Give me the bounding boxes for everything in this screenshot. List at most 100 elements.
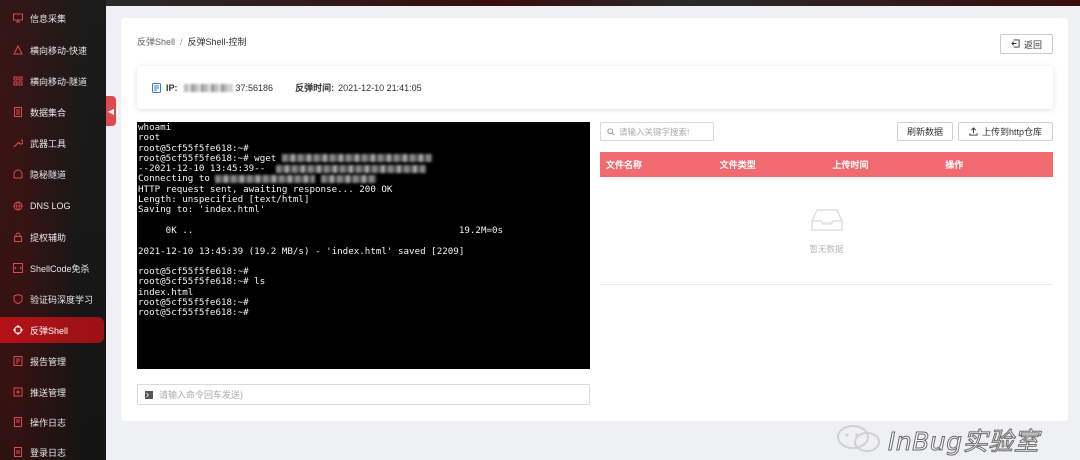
terminal-line: root@5cf55f5fe618:~#: [138, 308, 589, 318]
report-icon: [13, 356, 23, 366]
sidebar-item-weapon-tools[interactable]: 武器工具: [0, 130, 106, 156]
log-icon: [13, 417, 23, 427]
terminal-line: 0K .. 19.2M=0s: [138, 224, 589, 236]
wrench-icon: [13, 138, 23, 148]
terminal-line: Saving to: 'index.html': [138, 205, 589, 215]
terminal-line: whoami: [138, 122, 589, 133]
sidebar-item-label: 数据集合: [30, 107, 67, 118]
watermark-text: InBug实验室: [887, 427, 1040, 457]
file-table-header: 文件名称 文件类型 上传时间 操作: [600, 152, 1053, 177]
search-input[interactable]: [619, 126, 711, 137]
redacted-text: [321, 174, 377, 183]
upload-button-label: 上传到http仓库: [981, 127, 1042, 137]
sidebar-item-login-log[interactable]: 登录日志: [0, 439, 106, 460]
time-label: 反弹时间:: [295, 83, 335, 93]
terminal-line-text: root@5cf55f5fe618:~#: [138, 307, 249, 319]
return-icon: [1011, 38, 1020, 50]
refresh-data-button[interactable]: 刷新数据: [897, 122, 953, 141]
redacted-text: [215, 174, 316, 183]
column-header-file-type[interactable]: 文件类型: [714, 158, 827, 171]
lock-icon: [13, 232, 23, 242]
terminal-line: root@5cf55f5fe618:~# ls: [138, 277, 589, 287]
upload-icon: [969, 127, 978, 136]
sidebar-item-label: 验证码深度学习: [30, 294, 94, 305]
globe-icon: [13, 201, 23, 211]
shield-icon: [13, 294, 23, 304]
sidebar-item-label: 横向移动-快速: [30, 45, 87, 56]
sidebar-item-lateral-fast[interactable]: 横向移动-快速: [0, 37, 106, 63]
sidebar-item-operation-log[interactable]: 操作日志: [0, 409, 106, 435]
top-decoration-strip: [106, 0, 1080, 6]
back-button-label: 返回: [1023, 39, 1042, 50]
breadcrumb: 反弹Shell / 反弹Shell-控制: [137, 35, 247, 48]
column-header-upload-time[interactable]: 上传时间: [827, 158, 940, 171]
sidebar-item-privilege[interactable]: 提权辅助: [0, 224, 106, 250]
sidebar-item-data-collection[interactable]: 数据集合: [0, 99, 106, 125]
network-icon: [13, 45, 23, 55]
redacted-text: [276, 164, 427, 173]
grid-icon: [13, 76, 23, 86]
sidebar-item-label: 推送管理: [30, 387, 67, 398]
ip-label: IP:: [166, 82, 178, 93]
column-header-file-name[interactable]: 文件名称: [600, 158, 714, 171]
back-button[interactable]: 返回: [1000, 34, 1053, 54]
send-icon: [13, 387, 23, 397]
document-icon: [152, 82, 161, 93]
sidebar-collapse-handle[interactable]: ◀: [106, 96, 116, 126]
column-header-actions: 操作: [945, 160, 964, 170]
sidebar-item-label: 提权辅助: [30, 232, 67, 243]
terminal-icon: [145, 390, 153, 399]
database-icon: [13, 107, 23, 117]
chevron-left-icon: ◀: [107, 106, 115, 116]
sidebar-item-label: 报告管理: [30, 356, 67, 367]
sidebar-item-label: 横向移动-隧道: [30, 76, 87, 87]
file-table-empty: 暂无数据: [600, 177, 1053, 285]
empty-text: 暂无数据: [809, 244, 844, 254]
ip-redacted: [183, 83, 232, 92]
target-icon: [13, 325, 23, 335]
terminal-line-text: 0K .. 19.2M=0s: [138, 224, 504, 236]
command-input[interactable]: [159, 389, 559, 400]
command-input-box[interactable]: [137, 384, 590, 405]
sidebar-item-dns-log[interactable]: DNS LOG: [0, 193, 106, 219]
sidebar-item-label: ShellCode免杀: [30, 263, 90, 274]
refresh-button-label: 刷新数据: [906, 127, 943, 137]
breadcrumb-parent[interactable]: 反弹Shell: [137, 37, 175, 47]
sidebar-item-push[interactable]: 推送管理: [0, 379, 106, 405]
watermark: InBug实验室: [836, 423, 1039, 457]
time-value: 2021-12-10 21:41:05: [338, 82, 422, 93]
search-box[interactable]: [600, 122, 714, 141]
sidebar-item-label: 武器工具: [30, 138, 67, 149]
terminal-output[interactable]: whoami root root@5cf55f5fe618:~# root@5cf55…: [137, 122, 590, 369]
connection-info-card: IP: 37:56186 反弹时间: 2021-12-10 21:41:05: [137, 66, 1053, 109]
sidebar-item-covert-tunnel[interactable]: 隐秘隧道: [0, 161, 106, 187]
sidebar-item-captcha-learning[interactable]: 验证码深度学习: [0, 286, 106, 312]
login-log-icon: [13, 447, 23, 457]
ip-port-value: 37:56186: [235, 82, 274, 93]
sidebar-item-label: 信息采集: [30, 13, 67, 24]
redacted-text: [281, 154, 432, 163]
sidebar-item-report[interactable]: 报告管理: [0, 348, 106, 374]
sidebar-item-label: 操作日志: [30, 417, 67, 428]
monitor-icon: [13, 13, 23, 23]
breadcrumb-current: 反弹Shell-控制: [187, 37, 247, 47]
sidebar-item-lateral-tunnel[interactable]: 横向移动-隧道: [0, 68, 106, 94]
sidebar-item-label: 登录日志: [30, 447, 67, 458]
sidebar-item-shellcode[interactable]: ShellCode免杀: [0, 255, 106, 281]
terminal-line-text: Saving to: 'index.html': [138, 204, 266, 216]
sidebar-item-label: 反弹Shell: [30, 325, 69, 336]
tunnel-icon: [13, 169, 23, 179]
terminal-line: 2021-12-10 13:45:39 (19.2 MB/s) - 'index…: [138, 245, 589, 257]
sidebar-item-reverse-shell[interactable]: 反弹Shell: [0, 317, 104, 343]
sidebar-item-label: DNS LOG: [30, 201, 71, 211]
search-icon: [607, 127, 615, 136]
wechat-icon: [836, 424, 882, 457]
sidebar-item-info-collect[interactable]: 信息采集: [0, 5, 106, 31]
breadcrumb-separator: /: [180, 37, 183, 47]
sidebar: 信息采集 横向移动-快速 横向移动-隧道 数据集合 武器工具 隐秘隧道 DNS …: [0, 0, 106, 460]
code-icon: [13, 263, 23, 273]
upload-http-button[interactable]: 上传到http仓库: [958, 122, 1053, 141]
terminal-line-text: 2021-12-10 13:45:39 (19.2 MB/s) - 'index…: [138, 245, 465, 257]
empty-inbox-icon: [810, 208, 843, 235]
sidebar-item-label: 隐秘隧道: [30, 169, 67, 180]
